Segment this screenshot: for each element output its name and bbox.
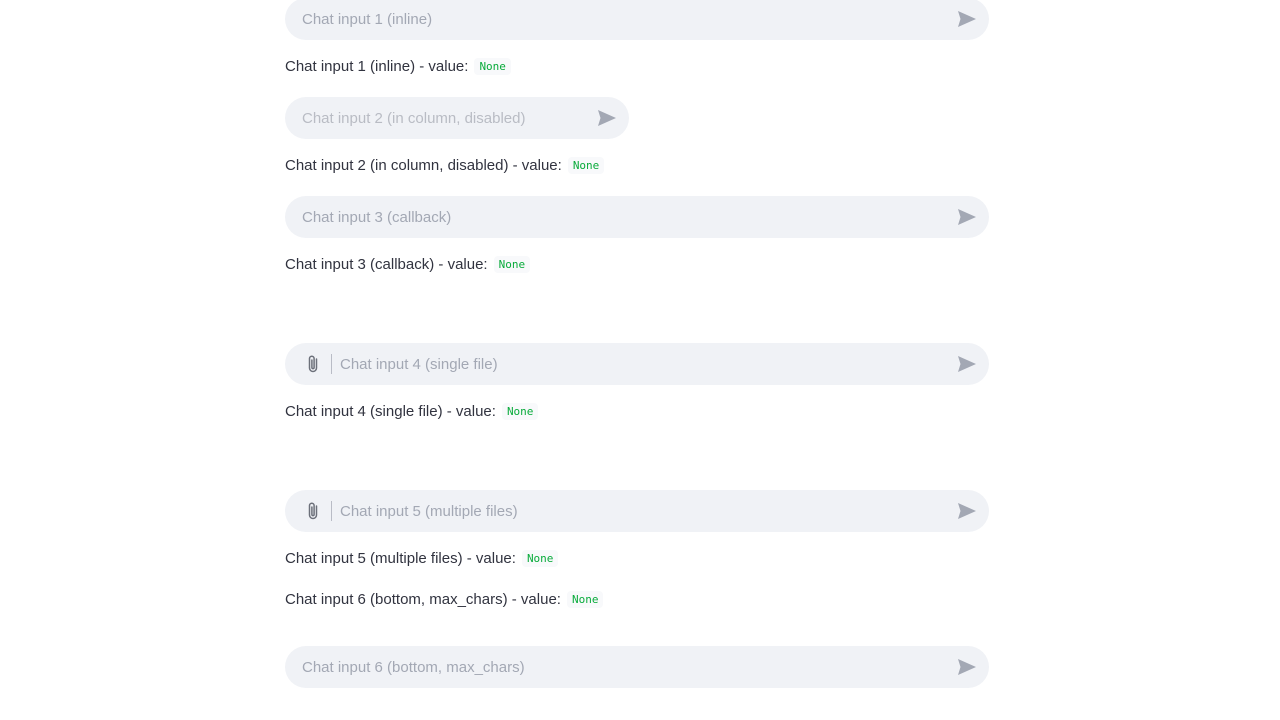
chat-input-5-value-line: Chat input 5 (multiple files) - value: N…	[285, 550, 559, 567]
value-code: None	[501, 403, 539, 420]
value-code: None	[493, 256, 531, 273]
chat-input-5[interactable]: Chat input 5 (multiple files)	[285, 490, 989, 532]
chat-input-1[interactable]: Chat input 1 (inline)	[285, 0, 989, 40]
value-label: Chat input 3 (callback) - value:	[285, 256, 488, 273]
chat-input-6[interactable]: Chat input 6 (bottom, max_chars)	[285, 646, 989, 688]
value-label: Chat input 2 (in column, disabled) - val…	[285, 157, 562, 174]
send-icon[interactable]	[955, 499, 979, 523]
send-icon[interactable]	[955, 7, 979, 31]
send-icon[interactable]	[955, 352, 979, 376]
chat-input-1-value-line: Chat input 1 (inline) - value: None	[285, 58, 511, 75]
chat-input-3-placeholder[interactable]: Chat input 3 (callback)	[285, 209, 955, 226]
paperclip-icon[interactable]	[302, 500, 324, 522]
chat-input-3-value-line: Chat input 3 (callback) - value: None	[285, 256, 531, 273]
value-code: None	[521, 550, 559, 567]
value-label: Chat input 4 (single file) - value:	[285, 403, 496, 420]
value-code: None	[567, 157, 605, 174]
chat-input-4-placeholder[interactable]: Chat input 4 (single file)	[332, 356, 955, 373]
value-code: None	[566, 591, 604, 608]
value-label: Chat input 5 (multiple files) - value:	[285, 550, 516, 567]
chat-input-2-value-line: Chat input 2 (in column, disabled) - val…	[285, 157, 605, 174]
chat-input-1-placeholder[interactable]: Chat input 1 (inline)	[285, 11, 955, 28]
value-code: None	[474, 58, 511, 75]
send-icon[interactable]	[595, 106, 619, 130]
chat-input-4[interactable]: Chat input 4 (single file)	[285, 343, 989, 385]
send-icon[interactable]	[955, 655, 979, 679]
chat-input-5-placeholder[interactable]: Chat input 5 (multiple files)	[332, 503, 955, 520]
value-label: Chat input 1 (inline) - value:	[285, 58, 469, 75]
send-icon[interactable]	[955, 205, 979, 229]
chat-input-2-placeholder[interactable]: Chat input 2 (in column, disabled)	[285, 110, 595, 127]
chat-input-6-value-line: Chat input 6 (bottom, max_chars) - value…	[285, 591, 604, 608]
chat-input-6-placeholder[interactable]: Chat input 6 (bottom, max_chars)	[285, 659, 955, 676]
value-label: Chat input 6 (bottom, max_chars) - value…	[285, 591, 561, 608]
chat-input-4-value-line: Chat input 4 (single file) - value: None	[285, 403, 539, 420]
paperclip-icon[interactable]	[302, 353, 324, 375]
chat-input-3[interactable]: Chat input 3 (callback)	[285, 196, 989, 238]
chat-input-2[interactable]: Chat input 2 (in column, disabled)	[285, 97, 629, 139]
